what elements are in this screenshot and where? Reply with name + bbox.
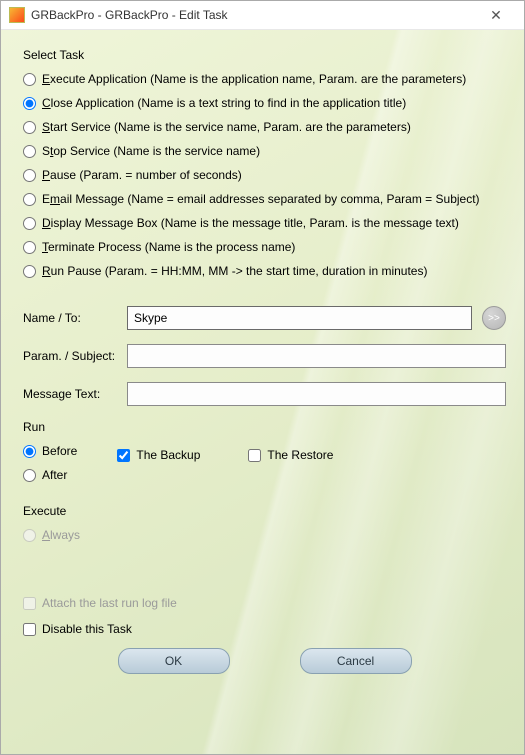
check-attach-log-label: Attach the last run log file xyxy=(42,596,177,610)
radio-start-service[interactable]: Start Service (Name is the service name,… xyxy=(23,120,506,134)
message-row: Message Text: xyxy=(23,382,506,406)
name-input[interactable] xyxy=(127,306,472,330)
execute-label: Execute xyxy=(23,504,506,518)
radio-terminate-process-label: Terminate Process (Name is the process n… xyxy=(42,240,295,254)
radio-after-label: After xyxy=(42,468,67,482)
radio-close-application[interactable]: Close Application (Name is a text string… xyxy=(23,96,506,110)
radio-display-message-input[interactable] xyxy=(23,217,36,230)
radio-stop-service-label: Stop Service (Name is the service name) xyxy=(42,144,260,158)
check-the-backup-label: The Backup xyxy=(136,448,200,462)
run-target-group: The Backup The Restore xyxy=(117,448,333,462)
radio-stop-service-input[interactable] xyxy=(23,145,36,158)
param-label: Param. / Subject: xyxy=(23,349,127,363)
radio-run-pause-input[interactable] xyxy=(23,265,36,278)
dialog-window: GRBackPro - GRBackPro - Edit Task ✕ Sele… xyxy=(0,0,525,755)
radio-terminate-process[interactable]: Terminate Process (Name is the process n… xyxy=(23,240,506,254)
task-radio-group: Execute Application (Name is the applica… xyxy=(23,72,506,278)
check-the-backup[interactable]: The Backup xyxy=(117,448,200,462)
param-input[interactable] xyxy=(127,344,506,368)
chevron-right-icon: >> xyxy=(488,313,500,324)
check-disable-task-label: Disable this Task xyxy=(42,622,132,636)
radio-start-service-label: Start Service (Name is the service name,… xyxy=(42,120,411,134)
button-row: OK Cancel xyxy=(23,648,506,674)
radio-pause-input[interactable] xyxy=(23,169,36,182)
radio-email-message[interactable]: Email Message (Name = email addresses se… xyxy=(23,192,506,206)
radio-email-message-label: Email Message (Name = email addresses se… xyxy=(42,192,480,206)
radio-close-application-label: Close Application (Name is a text string… xyxy=(42,96,406,110)
radio-after-input[interactable] xyxy=(23,469,36,482)
radio-always: Always xyxy=(23,528,506,542)
radio-email-message-input[interactable] xyxy=(23,193,36,206)
bottom-checks: Attach the last run log file Disable thi… xyxy=(23,596,506,636)
radio-display-message[interactable]: Display Message Box (Name is the message… xyxy=(23,216,506,230)
radio-before-input[interactable] xyxy=(23,445,36,458)
run-block: Run Before After The Backup xyxy=(23,420,506,482)
select-task-label: Select Task xyxy=(23,48,506,62)
name-label: Name / To: xyxy=(23,311,127,325)
radio-execute-application[interactable]: Execute Application (Name is the applica… xyxy=(23,72,506,86)
radio-run-pause-label: Run Pause (Param. = HH:MM, MM -> the sta… xyxy=(42,264,427,278)
name-row: Name / To: >> xyxy=(23,306,506,330)
browse-button[interactable]: >> xyxy=(482,306,506,330)
param-row: Param. / Subject: xyxy=(23,344,506,368)
radio-terminate-process-input[interactable] xyxy=(23,241,36,254)
radio-before-label: Before xyxy=(42,444,77,458)
check-the-restore-input[interactable] xyxy=(248,449,261,462)
check-the-restore-label: The Restore xyxy=(267,448,333,462)
radio-stop-service[interactable]: Stop Service (Name is the service name) xyxy=(23,144,506,158)
check-the-restore[interactable]: The Restore xyxy=(248,448,333,462)
radio-display-message-label: Display Message Box (Name is the message… xyxy=(42,216,459,230)
run-label: Run xyxy=(23,420,506,434)
radio-before[interactable]: Before xyxy=(23,444,77,458)
message-input[interactable] xyxy=(127,382,506,406)
radio-run-pause[interactable]: Run Pause (Param. = HH:MM, MM -> the sta… xyxy=(23,264,506,278)
execute-block: Execute Always xyxy=(23,504,506,542)
radio-always-label: Always xyxy=(42,528,80,542)
close-icon[interactable]: ✕ xyxy=(476,1,516,29)
check-disable-task[interactable]: Disable this Task xyxy=(23,622,506,636)
message-label: Message Text: xyxy=(23,387,127,401)
radio-always-input xyxy=(23,529,36,542)
radio-execute-application-label: Execute Application (Name is the applica… xyxy=(42,72,466,86)
dialog-body: Select Task Execute Application (Name is… xyxy=(1,30,524,754)
ok-button[interactable]: OK xyxy=(118,648,230,674)
check-the-backup-input[interactable] xyxy=(117,449,130,462)
app-icon xyxy=(9,7,25,23)
radio-pause-label: Pause (Param. = number of seconds) xyxy=(42,168,242,182)
check-attach-log-input xyxy=(23,597,36,610)
check-disable-task-input[interactable] xyxy=(23,623,36,636)
radio-close-application-input[interactable] xyxy=(23,97,36,110)
check-attach-log: Attach the last run log file xyxy=(23,596,506,610)
radio-execute-application-input[interactable] xyxy=(23,73,36,86)
form-area: Name / To: >> Param. / Subject: Message … xyxy=(23,306,506,406)
cancel-button[interactable]: Cancel xyxy=(300,648,412,674)
run-timing-group: Before After xyxy=(23,444,77,482)
radio-start-service-input[interactable] xyxy=(23,121,36,134)
window-title: GRBackPro - GRBackPro - Edit Task xyxy=(31,8,476,22)
titlebar[interactable]: GRBackPro - GRBackPro - Edit Task ✕ xyxy=(1,1,524,30)
radio-pause[interactable]: Pause (Param. = number of seconds) xyxy=(23,168,506,182)
radio-after[interactable]: After xyxy=(23,468,77,482)
